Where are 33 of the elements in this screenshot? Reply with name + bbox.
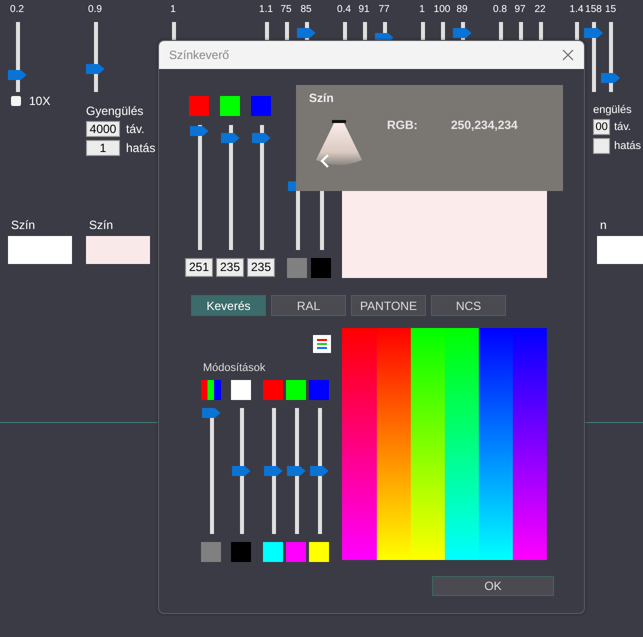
slider-value: 100 xyxy=(434,4,450,16)
slider-value: 0.4 xyxy=(337,4,351,16)
slider-value: 97 xyxy=(514,4,526,16)
attenuation-label: Gyengülés xyxy=(86,104,144,118)
attenuation-label: engülés xyxy=(593,104,633,116)
rgb-value: 250,234,234 xyxy=(451,118,518,132)
slider-value: 91 xyxy=(358,4,370,16)
distance-unit: táv. xyxy=(614,121,631,133)
slider-value: 0.8 xyxy=(493,4,507,16)
popup-title: Szín xyxy=(309,91,334,105)
slider-value: 1.1 xyxy=(259,4,273,16)
slider-value: 0.2 xyxy=(10,4,24,16)
slider-value: 1 xyxy=(419,4,425,16)
slider-value: 77 xyxy=(378,4,390,16)
slider-value: 75 xyxy=(280,4,292,16)
slider-value: 22 xyxy=(534,4,546,16)
effect-unit: hatás xyxy=(614,140,641,152)
color-label: n xyxy=(599,218,608,232)
checkbox-label: 10X xyxy=(29,94,50,108)
slider-value: 89 xyxy=(456,4,468,16)
adjustments-label: Módosítások xyxy=(203,362,266,374)
slider-value: 0.9 xyxy=(88,4,102,16)
rgb-label: RGB: xyxy=(387,118,418,132)
color-label: Szín xyxy=(88,218,114,232)
dialog-title: Színkeverő xyxy=(169,48,230,62)
slider-value: 85 xyxy=(300,4,312,16)
slider-value: 1.4 xyxy=(570,4,584,16)
slider-value: 158 xyxy=(585,4,602,16)
distance-unit: táv. xyxy=(126,122,144,136)
slider-value: 1 xyxy=(170,4,176,16)
color-label: Szín xyxy=(10,218,36,232)
slider-value: 15 xyxy=(604,4,616,16)
effect-unit: hatás xyxy=(126,141,156,155)
